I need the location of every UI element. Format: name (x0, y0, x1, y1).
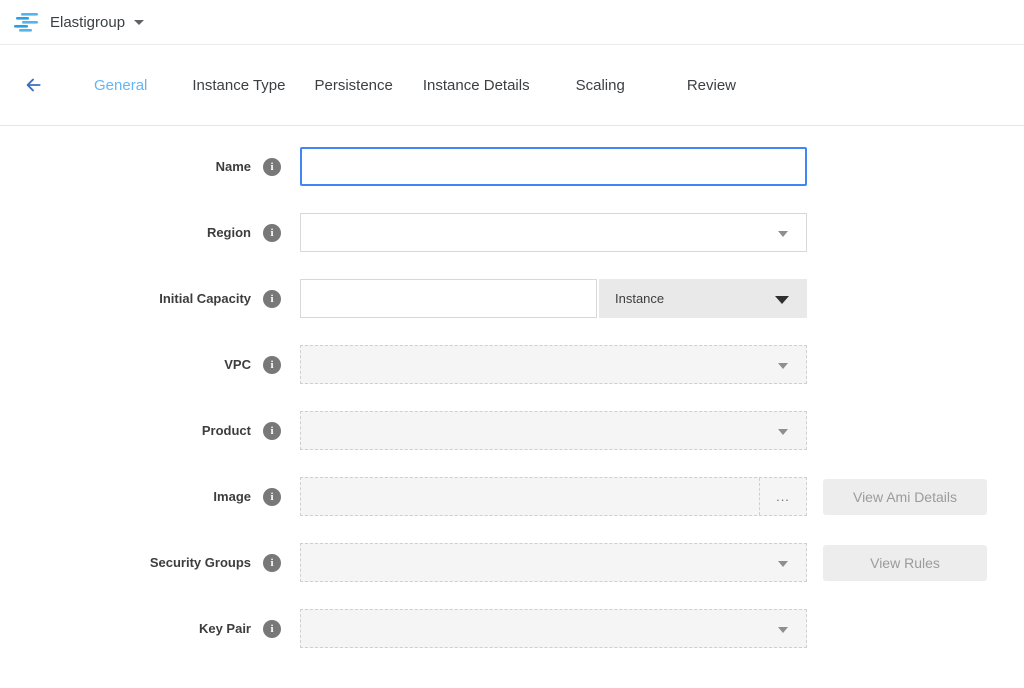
initial-capacity-label: Initial Capacity (159, 291, 251, 306)
back-arrow-icon (23, 75, 43, 95)
region-label: Region (207, 225, 251, 240)
image-input: ... (300, 477, 807, 516)
key-pair-label: Key Pair (199, 621, 251, 636)
brand-dropdown-caret-icon[interactable] (134, 20, 144, 25)
elastigroup-logo-icon (14, 11, 40, 33)
info-icon[interactable]: i (263, 158, 281, 176)
chevron-down-icon (775, 296, 789, 304)
form-row-image: Image i ... View Ami Details (0, 477, 1024, 516)
general-form: Name i Region i Initial Capacity i (0, 126, 1024, 648)
name-input[interactable] (300, 147, 807, 186)
app-header: Elastigroup (0, 0, 1024, 45)
info-icon[interactable]: i (263, 224, 281, 242)
info-icon[interactable]: i (263, 290, 281, 308)
back-button[interactable] (22, 74, 44, 96)
product-select (300, 411, 807, 450)
chevron-down-icon (778, 363, 788, 369)
tab-review[interactable]: Review (687, 77, 736, 94)
view-rules-button[interactable]: View Rules (823, 545, 987, 581)
info-icon[interactable]: i (263, 488, 281, 506)
security-groups-select (300, 543, 807, 582)
region-select[interactable] (300, 213, 807, 252)
form-row-key-pair: Key Pair i (0, 609, 1024, 648)
form-row-vpc: VPC i (0, 345, 1024, 384)
initial-capacity-input[interactable] (300, 279, 597, 318)
elastigroup-wizard-screen: Elastigroup General Instance Type Persis… (0, 0, 1024, 688)
chevron-down-icon (778, 231, 788, 237)
brand-title: Elastigroup (50, 14, 125, 31)
name-label: Name (216, 159, 251, 174)
product-label: Product (202, 423, 251, 438)
tab-instance-details[interactable]: Instance Details (423, 77, 530, 94)
form-row-region: Region i (0, 213, 1024, 252)
form-row-initial-capacity: Initial Capacity i Instance (0, 279, 1024, 318)
key-pair-select (300, 609, 807, 648)
tab-instance-type[interactable]: Instance Type (192, 77, 285, 94)
tab-general[interactable]: General (94, 77, 147, 94)
chevron-down-icon (778, 627, 788, 633)
view-ami-details-button[interactable]: View Ami Details (823, 479, 987, 515)
tab-persistence[interactable]: Persistence (315, 77, 393, 94)
chevron-down-icon (778, 429, 788, 435)
chevron-down-icon (778, 561, 788, 567)
form-row-security-groups: Security Groups i View Rules (0, 543, 1024, 582)
info-icon[interactable]: i (263, 554, 281, 572)
capacity-unit-select[interactable]: Instance (599, 279, 807, 318)
capacity-unit-value: Instance (615, 291, 664, 306)
info-icon[interactable]: i (263, 620, 281, 638)
form-row-name: Name i (0, 147, 1024, 186)
info-icon[interactable]: i (263, 356, 281, 374)
image-browse-button: ... (759, 478, 806, 515)
form-row-product: Product i (0, 411, 1024, 450)
wizard-tabbar: General Instance Type Persistence Instan… (0, 45, 1024, 126)
security-groups-label: Security Groups (150, 555, 251, 570)
vpc-label: VPC (224, 357, 251, 372)
info-icon[interactable]: i (263, 422, 281, 440)
tab-scaling[interactable]: Scaling (576, 77, 625, 94)
vpc-select (300, 345, 807, 384)
image-label: Image (213, 489, 251, 504)
